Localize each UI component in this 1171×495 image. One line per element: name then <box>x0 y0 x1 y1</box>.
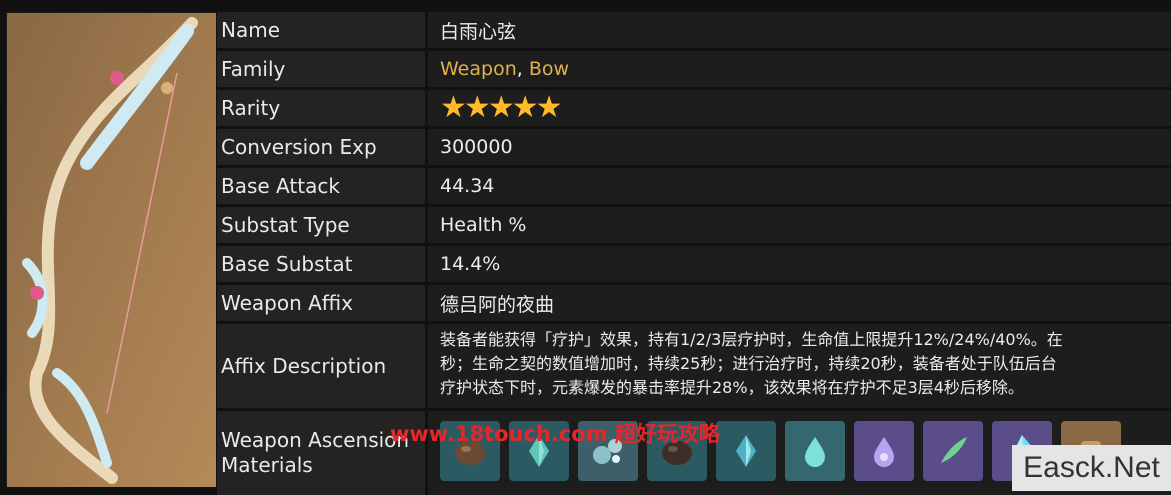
watermark-18touch: www.18touch.com 超好玩攻略 <box>390 422 720 446</box>
value-weapon-affix: 德吕阿的夜曲 <box>428 285 1171 321</box>
label-line: Materials <box>221 453 313 477</box>
star-icon: ★ <box>511 90 539 125</box>
row-rarity: Rarity ★ ★ ★ ★ ★ <box>217 90 1171 126</box>
value-rarity: ★ ★ ★ ★ ★ <box>428 90 1171 126</box>
label-weapon-affix: Weapon Affix <box>217 285 425 321</box>
row-family: Family Weapon, Bow <box>217 51 1171 87</box>
affix-line: 疗护状态下时，元素爆发的暴击率提升28%，该效果将在疗护不足3层4秒后移除。 <box>440 378 1024 397</box>
family-bow-link[interactable]: Bow <box>529 58 569 80</box>
row-name: Name 白雨心弦 <box>217 12 1171 48</box>
label-line: Weapon Ascension <box>221 428 410 452</box>
value-conversion-exp: 300000 <box>428 129 1171 165</box>
affix-line: 秒；生命之契的数值增加时，持续25秒；进行治疗时，持续20秒，装备者处于队伍后台 <box>440 354 1057 373</box>
row-substat-type: Substat Type Health % <box>217 207 1171 243</box>
label-family: Family <box>217 51 425 87</box>
family-separator: , <box>516 58 529 80</box>
star-icon: ★ <box>440 90 467 125</box>
star-icon: ★ <box>535 90 563 125</box>
water-drop-icon[interactable] <box>785 421 845 481</box>
green-feather-icon[interactable] <box>923 421 983 481</box>
value-base-substat: 14.4% <box>428 246 1171 282</box>
label-substat-type: Substat Type <box>217 207 425 243</box>
value-name: 白雨心弦 <box>428 12 1171 48</box>
family-weapon-link[interactable]: Weapon <box>440 58 517 80</box>
row-base-substat: Base Substat 14.4% <box>217 246 1171 282</box>
purple-drop-icon[interactable] <box>854 421 914 481</box>
value-family: Weapon, Bow <box>428 51 1171 87</box>
watermark-easck: Easck.Net <box>1012 445 1171 491</box>
label-base-attack: Base Attack <box>217 168 425 204</box>
star-icon: ★ <box>487 90 515 125</box>
row-weapon-affix: Weapon Affix 德吕阿的夜曲 <box>217 285 1171 321</box>
value-affix-description: 装备者能获得「疗护」效果，持有1/2/3层疗护时，生命值上限提升12%/24%/… <box>428 324 1171 408</box>
affix-line: 装备者能获得「疗护」效果，持有1/2/3层疗护时，生命值上限提升12%/24%/… <box>440 330 1063 349</box>
label-name: Name <box>217 12 425 48</box>
label-rarity: Rarity <box>217 90 425 126</box>
row-conversion-exp: Conversion Exp 300000 <box>217 129 1171 165</box>
label-base-substat: Base Substat <box>217 246 425 282</box>
row-affix-description: Affix Description 装备者能获得「疗护」效果，持有1/2/3层疗… <box>217 324 1171 408</box>
label-conversion-exp: Conversion Exp <box>217 129 425 165</box>
teal-crystal-icon[interactable] <box>716 421 776 481</box>
star-icon: ★ <box>463 90 491 125</box>
row-base-attack: Base Attack 44.34 <box>217 168 1171 204</box>
weapon-image <box>6 12 216 487</box>
label-affix-description: Affix Description <box>217 324 425 408</box>
value-base-attack: 44.34 <box>428 168 1171 204</box>
value-substat-type: Health % <box>428 207 1171 243</box>
